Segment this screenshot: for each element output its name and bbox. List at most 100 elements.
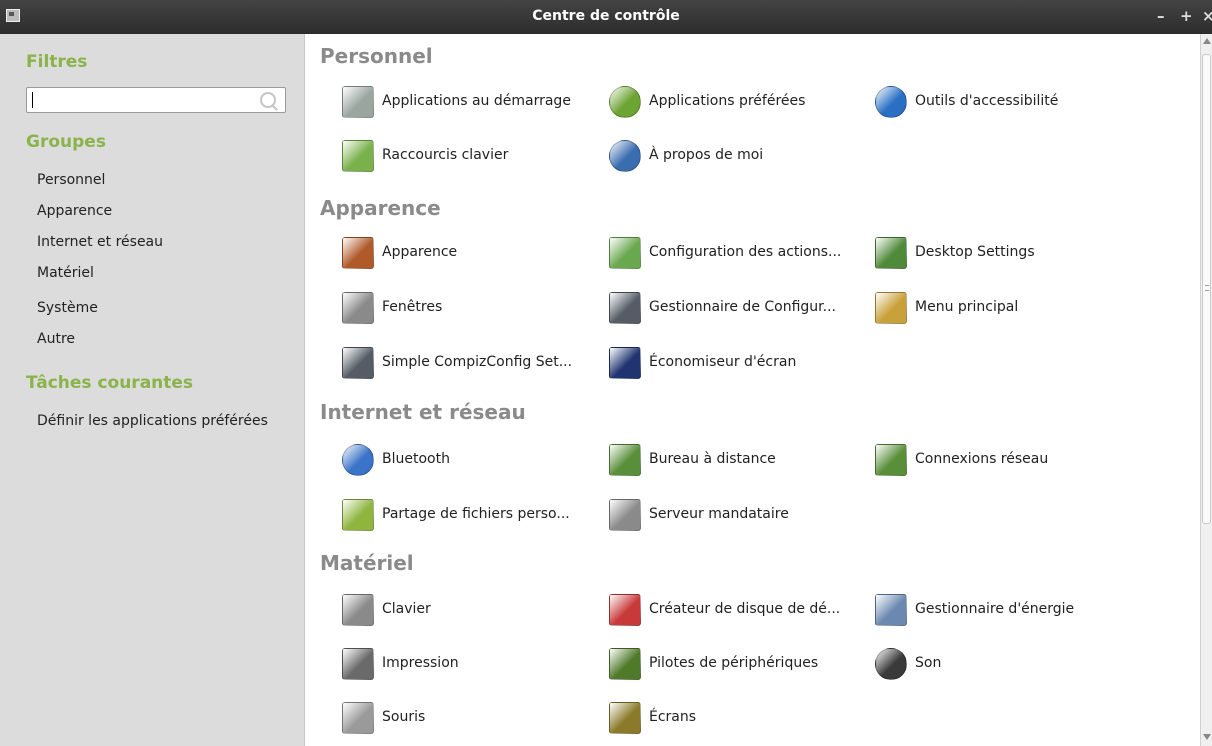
windows-icon — [342, 292, 374, 324]
item-label: Gestionnaire de Configur... — [649, 299, 836, 315]
item-screensaver[interactable]: Économiseur d'écran — [609, 347, 869, 379]
group-item-systeme[interactable]: Système — [37, 300, 98, 316]
section-title-materiel: Matériel — [320, 551, 414, 575]
item-label: Pilotes de périphériques — [649, 655, 819, 671]
item-label: Connexions réseau — [915, 451, 1049, 467]
item-startup-apps[interactable]: Applications au démarrage — [342, 86, 602, 118]
tasks-heading: Tâches courantes — [26, 373, 194, 393]
item-keyboard[interactable]: Clavier — [342, 594, 602, 626]
device-drivers-icon — [609, 648, 641, 680]
minimize-button[interactable]: – — [1157, 7, 1165, 25]
compizconfig-icon — [342, 347, 374, 379]
grip-icon — [1205, 285, 1209, 291]
displays-icon — [609, 702, 641, 734]
scrollbar-thumb[interactable] — [1202, 54, 1211, 524]
sound-icon — [875, 648, 907, 680]
power-manager-icon — [875, 594, 907, 626]
item-remote-desktop[interactable]: Bureau à distance — [609, 444, 869, 476]
item-displays[interactable]: Écrans — [609, 702, 869, 734]
item-label: Son — [915, 655, 942, 671]
actions-config-icon — [609, 237, 641, 269]
maximize-button[interactable]: + — [1180, 7, 1193, 25]
main-menu-icon — [875, 292, 907, 324]
scroll-up-arrow-icon[interactable] — [1203, 38, 1211, 44]
file-sharing-icon — [342, 499, 374, 531]
item-device-drivers[interactable]: Pilotes de périphériques — [609, 648, 869, 680]
item-proxy-server[interactable]: Serveur mandataire — [609, 499, 869, 531]
search-icon[interactable] — [260, 92, 276, 108]
item-disk-creator[interactable]: Créateur de disque de dé... — [609, 594, 869, 626]
item-windows[interactable]: Fenêtres — [342, 292, 602, 324]
task-item-preferred-apps[interactable]: Définir les applications préférées — [37, 413, 268, 429]
item-mouse[interactable]: Souris — [342, 702, 602, 734]
group-item-internet[interactable]: Internet et réseau — [37, 234, 163, 250]
item-main-menu[interactable]: Menu principal — [875, 292, 1135, 324]
group-item-apparence[interactable]: Apparence — [37, 203, 112, 219]
startup-apps-icon — [342, 86, 374, 118]
item-label: Desktop Settings — [915, 244, 1035, 260]
item-desktop-settings[interactable]: Desktop Settings — [875, 237, 1135, 269]
item-label: Apparence — [382, 244, 458, 260]
item-appearance[interactable]: Apparence — [342, 237, 602, 269]
item-config-manager[interactable]: Gestionnaire de Configur... — [609, 292, 869, 324]
item-power-manager[interactable]: Gestionnaire d'énergie — [875, 594, 1135, 626]
item-sound[interactable]: Son — [875, 648, 1135, 680]
window-title: Centre de contrôle — [532, 8, 680, 24]
item-preferred-apps[interactable]: Applications préférées — [609, 86, 869, 118]
group-item-autre[interactable]: Autre — [37, 331, 75, 347]
item-accessibility[interactable]: Outils d'accessibilité — [875, 86, 1135, 118]
item-label: Simple CompizConfig Set... — [382, 354, 573, 370]
checkmark-icon — [609, 86, 641, 118]
item-file-sharing[interactable]: Partage de fichiers perso... — [342, 499, 602, 531]
group-item-personnel[interactable]: Personnel — [37, 172, 105, 188]
item-keyboard-shortcuts[interactable]: Raccourcis clavier — [342, 140, 602, 172]
desktop-settings-icon — [875, 237, 907, 269]
item-compizconfig[interactable]: Simple CompizConfig Set... — [342, 347, 602, 379]
config-manager-icon — [609, 292, 641, 324]
printer-icon — [342, 648, 374, 680]
bluetooth-icon — [342, 444, 374, 476]
mouse-icon — [342, 702, 374, 734]
section-title-internet: Internet et réseau — [320, 400, 526, 424]
item-actions-config[interactable]: Configuration des actions... — [609, 237, 869, 269]
item-label: Outils d'accessibilité — [915, 93, 1059, 109]
item-network-connections[interactable]: Connexions réseau — [875, 444, 1135, 476]
sidebar: Filtres Groupes Personnel Apparence Inte… — [0, 34, 305, 746]
item-about-me[interactable]: À propos de moi — [609, 140, 869, 172]
control-center-grid: Personnel Applications au démarrage Appl… — [305, 34, 1200, 746]
about-me-icon — [609, 140, 641, 172]
item-label: Menu principal — [915, 299, 1019, 315]
appearance-icon — [342, 237, 374, 269]
item-label: Écrans — [649, 709, 697, 725]
section-title-apparence: Apparence — [320, 196, 441, 220]
item-label: Serveur mandataire — [649, 506, 789, 522]
screensaver-icon — [609, 347, 641, 379]
item-label: Économiseur d'écran — [649, 354, 797, 370]
item-label: Clavier — [382, 601, 431, 617]
scroll-down-arrow-icon[interactable] — [1203, 734, 1211, 740]
item-label: Partage de fichiers perso... — [382, 506, 570, 522]
proxy-server-icon — [609, 499, 641, 531]
groups-heading: Groupes — [26, 132, 106, 152]
title-bar: Centre de contrôle – + × — [0, 0, 1212, 34]
item-label: Applications préférées — [649, 93, 806, 109]
item-label: Gestionnaire d'énergie — [915, 601, 1075, 617]
disk-creator-icon — [609, 594, 641, 626]
item-label: Souris — [382, 709, 426, 725]
item-label: Créateur de disque de dé... — [649, 601, 841, 617]
section-title-personnel: Personnel — [320, 44, 433, 68]
item-label: Impression — [382, 655, 459, 671]
group-item-materiel[interactable]: Matériel — [37, 265, 94, 281]
item-label: Configuration des actions... — [649, 244, 842, 260]
item-label: Bureau à distance — [649, 451, 776, 467]
text-caret — [32, 92, 33, 108]
remote-desktop-icon — [609, 444, 641, 476]
item-printing[interactable]: Impression — [342, 648, 602, 680]
item-label: Raccourcis clavier — [382, 147, 509, 163]
item-label: À propos de moi — [649, 147, 764, 163]
search-input[interactable] — [26, 87, 286, 113]
close-button[interactable]: × — [1202, 7, 1212, 25]
vertical-scrollbar[interactable] — [1200, 34, 1212, 746]
item-label: Fenêtres — [382, 299, 443, 315]
item-bluetooth[interactable]: Bluetooth — [342, 444, 602, 476]
